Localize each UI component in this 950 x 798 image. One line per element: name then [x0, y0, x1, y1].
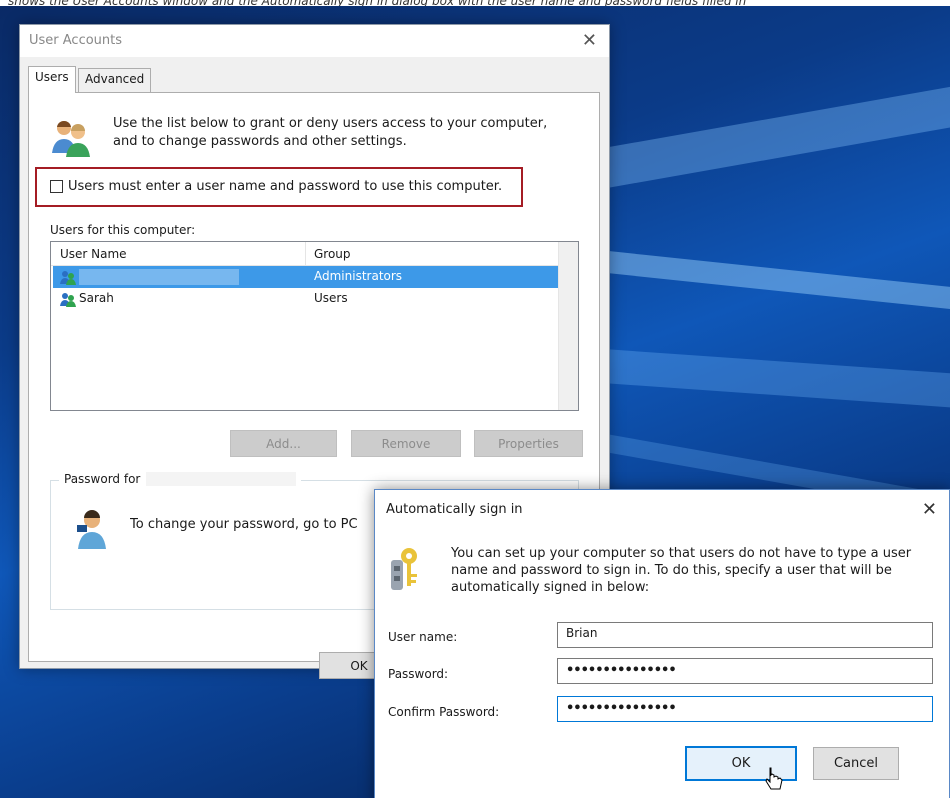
cancel-button[interactable]: Cancel	[813, 747, 899, 780]
auto-sign-in-description: You can set up your computer so that use…	[451, 546, 912, 595]
password-info-text: To change your password, go to PC	[130, 517, 358, 532]
user-name-label: User name:	[388, 630, 458, 644]
password-group-legend: Password for	[59, 472, 302, 486]
users-list-header: User Name Group	[51, 242, 559, 266]
intro-text: Use the list below to grant or deny user…	[113, 116, 548, 149]
group-cell: Administrators	[314, 269, 403, 283]
light-beam	[558, 246, 950, 331]
users-list-scrollbar[interactable]	[558, 242, 578, 410]
user-icon	[60, 293, 76, 307]
user-name-cell: Sarah	[79, 291, 114, 305]
require-password-checkbox[interactable]	[50, 180, 63, 193]
keys-icon	[391, 548, 417, 590]
user-accounts-titlebar: User Accounts ✕	[20, 25, 609, 57]
table-row[interactable]: Administrators	[53, 266, 559, 288]
properties-button[interactable]: Properties	[474, 430, 583, 457]
close-icon[interactable]: ✕	[922, 499, 937, 520]
column-divider	[305, 242, 306, 266]
mouse-cursor-icon	[765, 767, 783, 790]
require-password-option[interactable]: Users must enter a user name and passwor…	[50, 179, 502, 194]
user-icon	[77, 510, 106, 549]
dialog-title: Automatically sign in	[386, 502, 523, 517]
users-list[interactable]: User Name Group Administrators Sarah Use…	[50, 241, 579, 411]
tab-advanced[interactable]: Advanced	[78, 68, 152, 92]
require-password-label: Users must enter a user name and passwor…	[68, 179, 503, 194]
window-title: User Accounts	[29, 33, 123, 48]
add-button[interactable]: Add...	[230, 430, 337, 457]
close-icon[interactable]: ✕	[582, 30, 597, 51]
auto-sign-in-titlebar: Automatically sign in ✕	[375, 490, 949, 530]
password-label: Password:	[388, 667, 449, 681]
users-group-icon	[52, 120, 90, 157]
group-cell: Users	[314, 291, 348, 305]
password-field[interactable]: •••••••••••••••	[557, 658, 933, 684]
remove-button[interactable]: Remove	[351, 430, 461, 457]
light-beam	[556, 52, 950, 196]
password-group-label: Password for	[64, 472, 141, 486]
redacted-user-name	[79, 269, 239, 285]
user-icon	[60, 271, 76, 285]
tab-users[interactable]: Users	[28, 66, 76, 93]
redacted-user-name	[146, 472, 297, 486]
user-name-field[interactable]: Brian	[557, 622, 933, 648]
auto-sign-in-dialog: Automatically sign in ✕ You can set up y…	[374, 489, 950, 798]
confirm-password-field[interactable]: •••••••••••••••	[557, 696, 933, 722]
table-row[interactable]: Sarah Users	[53, 288, 559, 310]
light-beam	[558, 346, 950, 422]
desktop-background: User Accounts ✕ Users Advanced Use the l…	[0, 6, 950, 798]
column-header-user-name[interactable]: User Name	[60, 247, 127, 261]
users-list-label: Users for this computer:	[50, 223, 196, 237]
column-header-group[interactable]: Group	[314, 247, 351, 261]
confirm-password-label: Confirm Password:	[388, 705, 500, 719]
